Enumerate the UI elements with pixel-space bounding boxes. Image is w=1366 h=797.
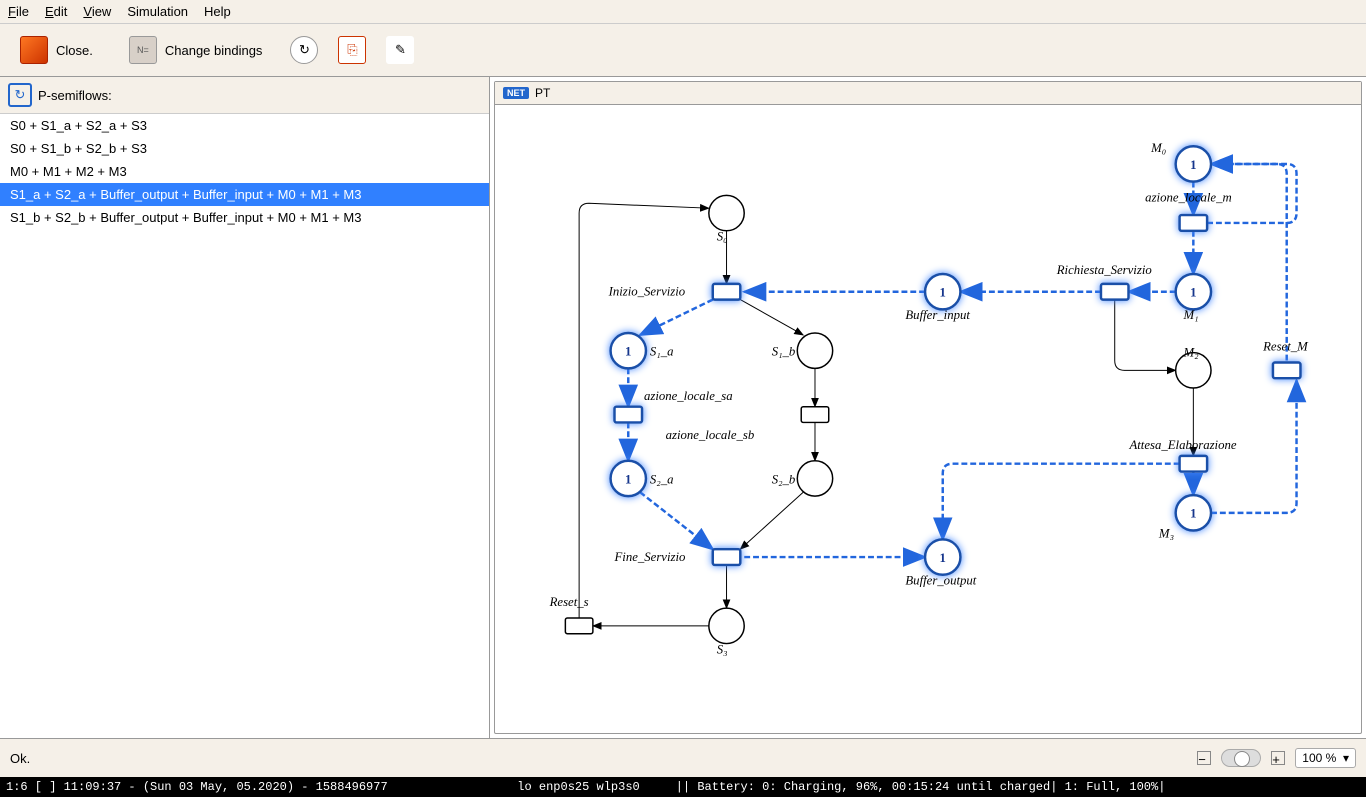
close-button[interactable]: Close. (12, 32, 101, 68)
statusbar: Ok. − + 100 % ▾ (0, 739, 1366, 777)
semiflow-item[interactable]: S1_a + S2_a + Buffer_output + Buffer_inp… (0, 183, 489, 206)
svg-text:S₂_a: S₂_a (650, 472, 674, 486)
semiflow-item[interactable]: S0 + S1_b + S2_b + S3 (0, 137, 489, 160)
menu-file[interactable]: File (8, 4, 29, 19)
svg-text:1: 1 (940, 551, 946, 565)
semiflow-item[interactable]: S1_b + S2_b + Buffer_output + Buffer_inp… (0, 206, 489, 229)
menu-view[interactable]: View (83, 4, 111, 19)
svg-text:Buffer_output: Buffer_output (905, 574, 976, 588)
svg-text:1: 1 (1190, 507, 1196, 521)
sys-mid: lo enp0s25 wlp3s0 (517, 780, 639, 794)
svg-text:M₂: M₂ (1183, 346, 1200, 360)
svg-text:Richiesta_Servizio: Richiesta_Servizio (1056, 263, 1152, 277)
svg-text:S₁_b: S₁_b (772, 345, 796, 359)
zoom-select[interactable]: 100 % ▾ (1295, 748, 1356, 768)
svg-text:S₃: S₃ (717, 642, 728, 656)
svg-text:Reset_M: Reset_M (1262, 340, 1309, 354)
semiflows-icon: ↻ (8, 83, 32, 107)
svg-text:Inizio_Servizio: Inizio_Servizio (608, 285, 686, 299)
canvas-title: PT (535, 86, 550, 100)
svg-text:1: 1 (1190, 286, 1196, 300)
svg-text:1: 1 (940, 286, 946, 300)
svg-text:S₂_b: S₂_b (772, 472, 796, 486)
zoom-toggle[interactable] (1221, 749, 1261, 767)
sidebar-title: P-semiflows: (38, 88, 112, 103)
svg-text:Attesa_Elaborazione: Attesa_Elaborazione (1128, 438, 1236, 452)
svg-text:M₀: M₀ (1150, 141, 1166, 155)
menu-edit[interactable]: Edit (45, 4, 67, 19)
bindings-icon: N= (129, 36, 157, 64)
canvas-area: NET PT Inizio_Servizioazione_locale_saaz… (490, 77, 1366, 738)
svg-text:S₁_a: S₁_a (650, 345, 674, 359)
menu-help[interactable]: Help (204, 4, 231, 19)
close-icon (20, 36, 48, 64)
canvas-header: NET PT (495, 82, 1361, 105)
zoom-controls: − + 100 % ▾ (1197, 748, 1356, 768)
svg-text:M₃: M₃ (1158, 526, 1174, 540)
tool-icon-2[interactable]: ⎘ (338, 36, 366, 64)
net-badge: NET (503, 87, 529, 99)
zoom-in-icon[interactable]: + (1271, 751, 1285, 765)
svg-text:Fine_Servizio: Fine_Servizio (614, 550, 686, 564)
svg-text:Reset_s: Reset_s (549, 595, 589, 609)
svg-text:1: 1 (625, 472, 631, 486)
sys-right: || Battery: 0: Charging, 96%, 00:15:24 u… (676, 780, 1166, 794)
status-text: Ok. (10, 751, 30, 766)
menu-simulation[interactable]: Simulation (127, 4, 188, 19)
sidebar-header: ↻ P-semiflows: (0, 77, 489, 114)
svg-text:azione_locale_m: azione_locale_m (1145, 190, 1232, 204)
close-label: Close. (56, 43, 93, 58)
change-bindings-button[interactable]: N= Change bindings (121, 32, 271, 68)
canvas-frame: NET PT Inizio_Servizioazione_locale_saaz… (494, 81, 1362, 734)
tool-icon-1[interactable]: ↻ (290, 36, 318, 64)
tool-icon-3[interactable]: ✎ (386, 36, 414, 64)
change-bindings-label: Change bindings (165, 43, 263, 58)
svg-text:azione_locale_sb: azione_locale_sb (666, 428, 755, 442)
system-bar: 1:6 [ ] 11:09:37 - (Sun 03 May, 05.2020)… (0, 777, 1366, 797)
petri-net-canvas[interactable]: Inizio_Servizio azione_locale_sa azione_lo… (495, 105, 1361, 675)
main-area: ↻ P-semiflows: S0 + S1_a + S2_a + S3S0 +… (0, 77, 1366, 739)
semiflow-list: S0 + S1_a + S2_a + S3S0 + S1_b + S2_b + … (0, 114, 489, 738)
svg-text:1: 1 (1190, 158, 1196, 172)
svg-text:Buffer_input: Buffer_input (905, 308, 970, 322)
sidebar: ↻ P-semiflows: S0 + S1_a + S2_a + S3S0 +… (0, 77, 490, 738)
zoom-out-icon[interactable]: − (1197, 751, 1211, 765)
menubar: File Edit View Simulation Help (0, 0, 1366, 24)
toolbar: Close. N= Change bindings ↻ ⎘ ✎ (0, 24, 1366, 77)
svg-text:S₀: S₀ (717, 230, 728, 244)
svg-text:1: 1 (625, 345, 631, 359)
svg-text:azione_locale_sa: azione_locale_sa (644, 389, 733, 403)
semiflow-item[interactable]: S0 + S1_a + S2_a + S3 (0, 114, 489, 137)
svg-text:M₁: M₁ (1183, 308, 1199, 322)
semiflow-item[interactable]: M0 + M1 + M2 + M3 (0, 160, 489, 183)
sys-left: 1:6 [ ] 11:09:37 - (Sun 03 May, 05.2020)… (6, 780, 388, 794)
